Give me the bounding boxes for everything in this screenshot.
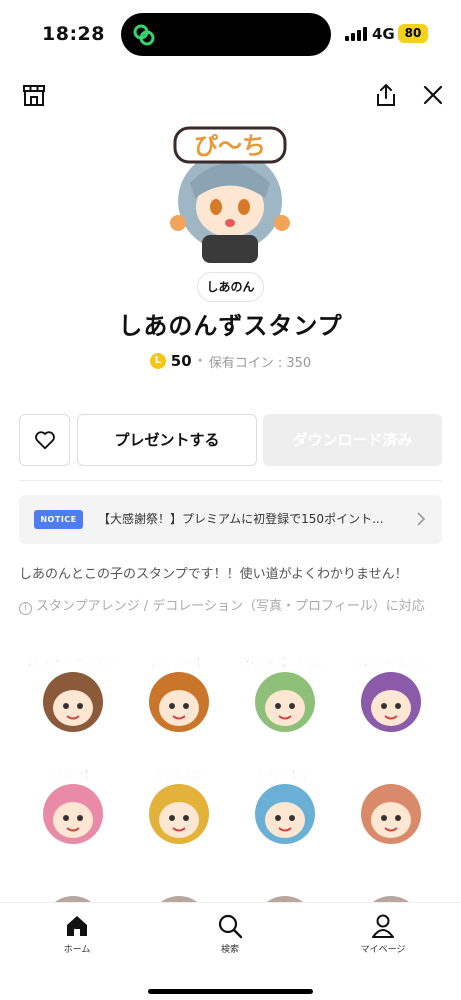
nav-mypage-label: マイページ — [360, 945, 406, 955]
sticker-caption: がおっ！ — [51, 767, 95, 781]
owned-coins: 保有コイン : 350 — [208, 355, 312, 371]
notice-text: 【大感謝祭！】プレミアムに初登録で150ポイント... — [98, 512, 384, 526]
close-icon[interactable] — [420, 82, 446, 108]
sticker-thumbnail[interactable]: がおっ！ — [27, 762, 119, 854]
line-coin-icon: L — [149, 353, 166, 369]
share-icon[interactable] — [373, 82, 399, 108]
separator-dot: • — [196, 354, 204, 368]
dynamic-island — [121, 13, 331, 56]
home-icon — [67, 916, 87, 936]
sticker-caption: 神様なんて いないよ — [239, 655, 331, 669]
download-button[interactable]: ダウンロード済み — [263, 414, 442, 466]
main-sticker-image: ぴ〜ち — [170, 126, 290, 263]
svg-text:ぴ〜ち: ぴ〜ち — [194, 132, 266, 160]
sticker-caption: 死にたくなった — [353, 656, 430, 669]
gift-button[interactable]: プレゼントする — [77, 414, 257, 466]
status-bar: 18:28 4G 80 — [0, 0, 461, 66]
nav-search[interactable]: 検索 — [190, 913, 270, 955]
info-icon: i — [19, 602, 32, 615]
chevron-right-icon — [417, 512, 426, 526]
battery-level: 80 — [404, 26, 422, 40]
link-icon — [133, 24, 155, 46]
sticker-caption: 兵器なの？ — [152, 767, 207, 781]
product-title: しあのんずスタンプ — [118, 312, 343, 340]
sticker-caption: はっぴ〜 うれし〜 — [27, 656, 119, 669]
compatibility-note: i スタンプアレンジ / デコレーション（写真・プロフィール）に対応 — [19, 598, 444, 615]
notice-banner[interactable]: NOTICE 【大感謝祭！】プレミアムに初登録で150ポイント... — [19, 495, 442, 544]
nav-home[interactable]: ホーム — [37, 913, 117, 955]
nav-search-label: 検索 — [220, 945, 239, 955]
status-time: 18:28 — [42, 23, 105, 45]
shop-icon[interactable] — [21, 82, 47, 108]
nav-mypage[interactable]: マイページ — [343, 913, 423, 955]
bottom-nav: ホーム 検索 マイページ — [0, 902, 461, 1000]
sticker-thumbnail[interactable] — [345, 762, 437, 854]
sticker-thumbnail[interactable]: 死にたくなった — [345, 650, 437, 742]
sticker-caption: 泣くぞ！？ — [258, 767, 313, 781]
home-indicator — [148, 989, 313, 994]
price-value: 50 — [170, 352, 192, 370]
sticker-caption: はぁぁ〜！ — [152, 656, 207, 669]
sticker-thumbnail[interactable]: はぁぁ〜！ — [133, 650, 225, 742]
battery-icon: 80 — [398, 24, 428, 43]
sticker-thumbnail[interactable]: はっぴ〜 うれし〜 — [27, 650, 119, 742]
sticker-thumbnail[interactable]: 泣くぞ！？ — [239, 762, 331, 854]
sticker-thumbnail[interactable]: 神様なんて いないよ — [239, 650, 331, 742]
signal-icon — [345, 27, 367, 41]
compatibility-text: スタンプアレンジ / デコレーション（写真・プロフィール）に対応 — [36, 599, 425, 614]
divider — [19, 480, 442, 481]
like-button[interactable] — [19, 414, 70, 466]
sticker-thumbnail[interactable]: 兵器なの？ — [133, 762, 225, 854]
nav-home-label: ホーム — [63, 945, 91, 955]
price-row: L 50 • 保有コイン : 350 — [0, 350, 461, 372]
author-chip[interactable]: しあのん — [197, 272, 264, 302]
user-icon — [372, 914, 394, 938]
search-icon — [218, 914, 243, 939]
notice-badge: NOTICE — [34, 510, 83, 529]
product-description: しあのんとこの子のスタンプです！！使い道がよくわかりません！ — [19, 567, 408, 582]
heart-icon — [35, 431, 55, 450]
network-type: 4G — [372, 25, 395, 43]
